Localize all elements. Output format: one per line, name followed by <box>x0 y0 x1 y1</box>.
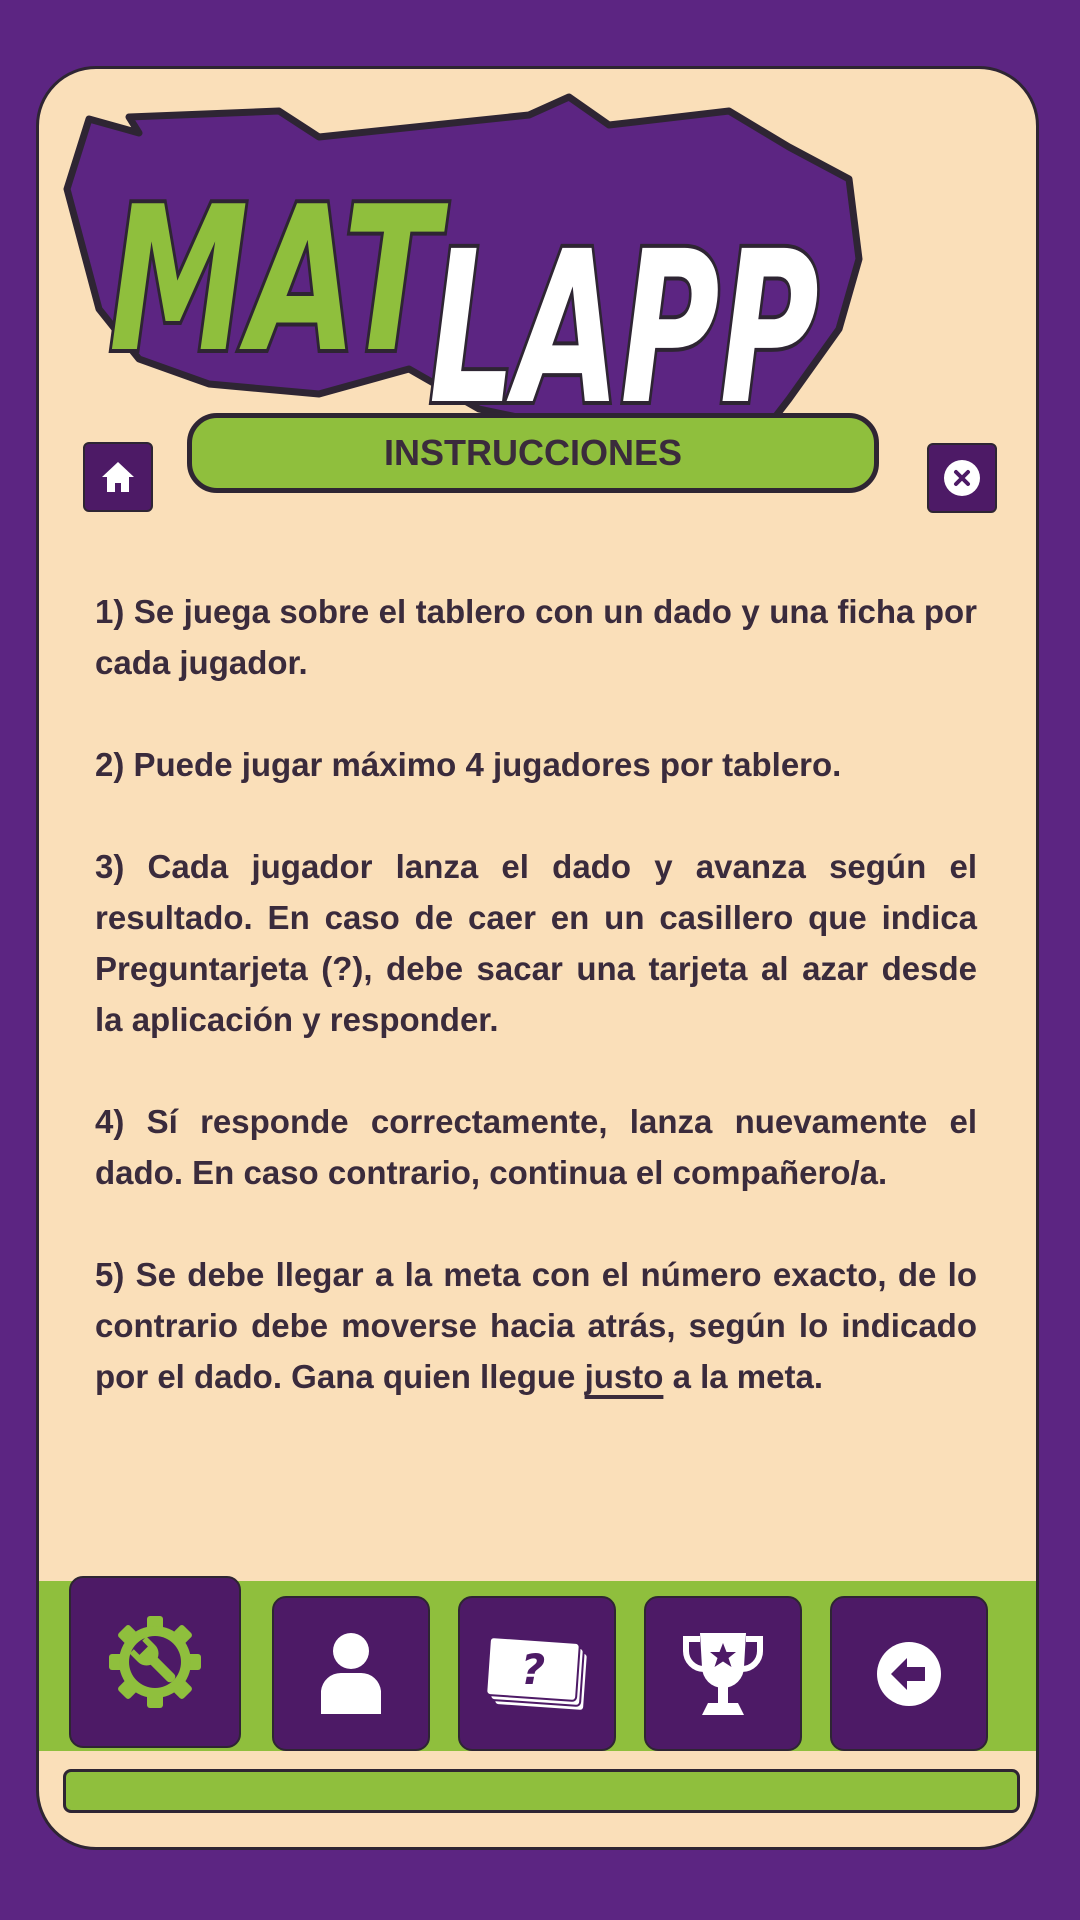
question-cards-button[interactable]: ? <box>458 1596 616 1751</box>
instructions-text: 1) Se juega sobre el tablero con un dado… <box>95 586 977 1453</box>
user-icon <box>321 1632 381 1714</box>
main-card: MAT LAPP INSTRUCCIONES 1) Se juega sobre… <box>36 66 1039 1850</box>
svg-text:?: ? <box>521 1645 545 1694</box>
home-button[interactable] <box>83 442 153 512</box>
back-arrow-icon <box>877 1641 941 1706</box>
page-title: INSTRUCCIONES <box>187 413 879 493</box>
profile-button[interactable] <box>272 1596 430 1751</box>
question-cards-icon: ? <box>485 1635 589 1712</box>
gear-wrench-icon <box>109 1616 201 1708</box>
progress-bar <box>63 1769 1020 1813</box>
instruction-3: 3) Cada jugador lanza el dado y avanza s… <box>95 848 977 1038</box>
instruction-5-end: a la meta. <box>663 1358 823 1395</box>
trophy-icon <box>683 1632 763 1715</box>
settings-button[interactable] <box>69 1576 241 1748</box>
logo-mat-text: MAT <box>109 164 449 397</box>
instruction-5-emphasis: justo <box>584 1358 664 1395</box>
close-icon <box>944 460 980 496</box>
trophy-button[interactable] <box>644 1596 802 1751</box>
home-icon <box>102 462 134 492</box>
instruction-5: 5) Se debe llegar a la meta con el númer… <box>95 1249 977 1402</box>
bottom-toolbar: ? <box>39 1576 1036 1751</box>
instruction-2: 2) Puede jugar máximo 4 jugadores por ta… <box>95 746 842 783</box>
instruction-5-start: 5) Se debe llegar a la meta con el númer… <box>95 1256 977 1395</box>
instruction-1: 1) Se juega sobre el tablero con un dado… <box>95 593 977 681</box>
instruction-4: 4) Sí responde correctamente, lanza nuev… <box>95 1103 977 1191</box>
close-button[interactable] <box>927 443 997 513</box>
back-button[interactable] <box>830 1596 988 1751</box>
